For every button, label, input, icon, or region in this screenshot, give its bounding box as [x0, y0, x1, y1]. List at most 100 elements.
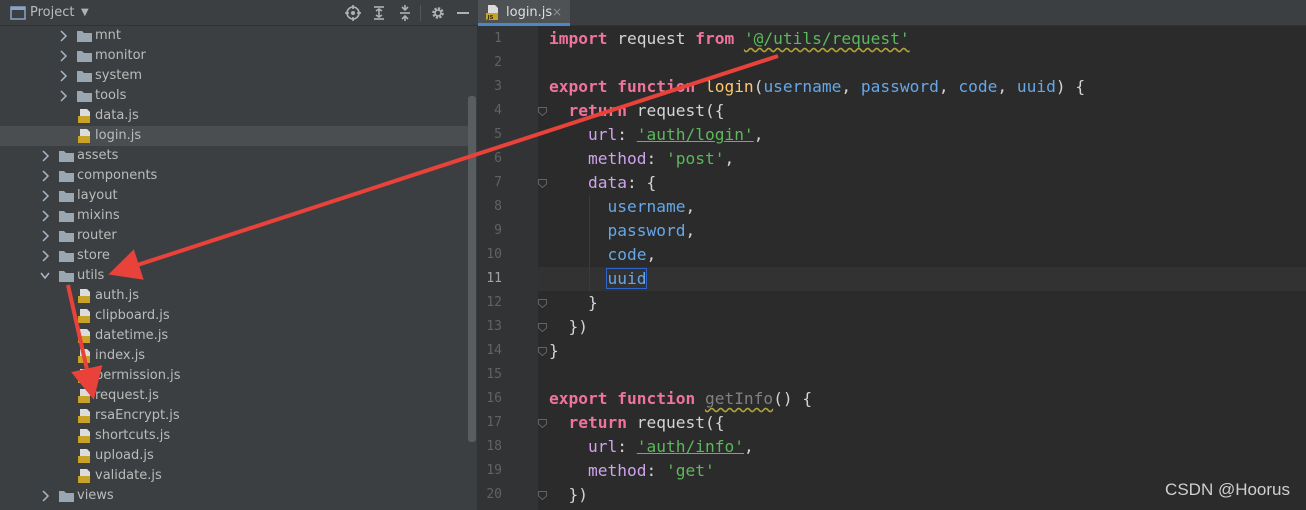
- chevron-right-icon[interactable]: [40, 229, 50, 243]
- tree-file[interactable]: data.js: [0, 106, 468, 126]
- code-token: ,: [646, 245, 657, 264]
- code-token: username: [607, 197, 686, 216]
- folder-icon: [59, 271, 74, 282]
- tree-scrollbar[interactable]: [468, 96, 476, 442]
- tree-folder[interactable]: utils: [0, 266, 468, 286]
- folder-icon: [59, 211, 74, 222]
- tree-folder[interactable]: layout: [0, 186, 468, 206]
- tree-folder[interactable]: monitor: [0, 46, 468, 66]
- toolbar-divider: [420, 5, 421, 21]
- tree-file[interactable]: index.js: [0, 346, 468, 366]
- line-number: 13: [486, 319, 502, 334]
- code-token: function: [617, 77, 696, 96]
- tree-folder[interactable]: tools: [0, 86, 468, 106]
- tree-item-label: shortcuts.js: [95, 428, 171, 443]
- expand-all-icon[interactable]: [371, 5, 387, 21]
- editor-tabbar: JS login.js ×: [478, 0, 1306, 26]
- code-line[interactable]: import request from '@/utils/request': [538, 27, 1306, 51]
- project-view-icon[interactable]: [10, 5, 26, 21]
- code-line[interactable]: }): [538, 315, 1306, 339]
- code-line[interactable]: return request({: [538, 411, 1306, 435]
- line-number: 1: [494, 31, 502, 46]
- tree-file[interactable]: clipboard.js: [0, 306, 468, 326]
- chevron-right-icon[interactable]: [40, 209, 50, 223]
- code-line[interactable]: code,: [538, 243, 1306, 267]
- project-title[interactable]: Project: [30, 0, 74, 26]
- tree-folder[interactable]: views: [0, 486, 468, 506]
- tree-file[interactable]: request.js: [0, 386, 468, 406]
- code-token: method: [587, 149, 647, 168]
- code-line[interactable]: return request({: [538, 99, 1306, 123]
- tree-item-label: data.js: [95, 108, 139, 123]
- code-line[interactable]: username,: [538, 195, 1306, 219]
- project-toolbar: Project ▼: [0, 0, 478, 26]
- code-line[interactable]: export function login(username, password…: [538, 75, 1306, 99]
- js-file-icon: [78, 389, 90, 403]
- code-line[interactable]: [538, 51, 1306, 75]
- chevron-right-icon[interactable]: [58, 69, 68, 83]
- chevron-right-icon[interactable]: [40, 189, 50, 203]
- chevron-right-icon[interactable]: [58, 29, 68, 43]
- js-file-icon: [78, 469, 90, 483]
- chevron-right-icon[interactable]: [40, 489, 50, 503]
- close-icon[interactable]: ×: [552, 0, 562, 25]
- line-number: 7: [494, 175, 502, 190]
- tree-item-label: components: [77, 168, 158, 183]
- code-token: }): [549, 317, 588, 336]
- code-token: return: [568, 101, 627, 120]
- tree-folder[interactable]: mnt: [0, 26, 468, 46]
- tree-file[interactable]: permission.js: [0, 366, 468, 386]
- line-number: 11: [486, 271, 502, 286]
- code-line[interactable]: }: [538, 339, 1306, 363]
- tree-file[interactable]: validate.js: [0, 466, 468, 486]
- chevron-right-icon[interactable]: [40, 249, 50, 263]
- js-file-icon: [78, 449, 90, 463]
- chevron-right-icon[interactable]: [40, 149, 50, 163]
- target-icon[interactable]: [345, 5, 361, 21]
- tab-login-js[interactable]: JS login.js ×: [478, 0, 570, 26]
- chevron-right-icon[interactable]: [58, 49, 68, 63]
- tree-file[interactable]: upload.js: [0, 446, 468, 466]
- code-line[interactable]: }: [538, 291, 1306, 315]
- code-line[interactable]: data: {: [538, 171, 1306, 195]
- tree-item-label: upload.js: [95, 448, 154, 463]
- folder-icon: [77, 31, 92, 42]
- chevron-down-icon[interactable]: ▼: [81, 0, 89, 26]
- tree-item-label: validate.js: [95, 468, 162, 483]
- line-number: 9: [494, 223, 502, 238]
- code-line[interactable]: [538, 363, 1306, 387]
- tree-folder[interactable]: store: [0, 246, 468, 266]
- chevron-down-icon[interactable]: [40, 269, 50, 283]
- gear-icon[interactable]: [430, 5, 446, 21]
- code-token: import: [549, 29, 608, 48]
- tree-file[interactable]: datetime.js: [0, 326, 468, 346]
- tree-folder[interactable]: assets: [0, 146, 468, 166]
- collapse-all-icon[interactable]: [397, 5, 413, 21]
- tree-file[interactable]: shortcuts.js: [0, 426, 468, 446]
- tree-folder[interactable]: mixins: [0, 206, 468, 226]
- code-token: : {: [626, 173, 657, 192]
- code-area[interactable]: import request from '@/utils/request' exp…: [538, 26, 1306, 510]
- tree-folder[interactable]: system: [0, 66, 468, 86]
- tree-folder[interactable]: components: [0, 166, 468, 186]
- code-line[interactable]: url: 'auth/login',: [538, 123, 1306, 147]
- tree-item-label: monitor: [95, 48, 146, 63]
- code-line[interactable]: method: 'post',: [538, 147, 1306, 171]
- tree-folder[interactable]: router: [0, 226, 468, 246]
- tree-file[interactable]: rsaEncrypt.js: [0, 406, 468, 426]
- code-line[interactable]: export function getInfo() {: [538, 387, 1306, 411]
- folder-icon: [77, 91, 92, 102]
- tree-file[interactable]: auth.js: [0, 286, 468, 306]
- code-line[interactable]: password,: [538, 219, 1306, 243]
- tree-file[interactable]: login.js: [0, 126, 468, 146]
- code-line[interactable]: uuid: [538, 267, 1306, 291]
- chevron-right-icon[interactable]: [40, 169, 50, 183]
- minimize-icon[interactable]: [455, 5, 471, 21]
- chevron-right-icon[interactable]: [58, 89, 68, 103]
- folder-icon: [59, 191, 74, 202]
- code-line[interactable]: url: 'auth/info',: [538, 435, 1306, 459]
- code-token: export: [549, 77, 608, 96]
